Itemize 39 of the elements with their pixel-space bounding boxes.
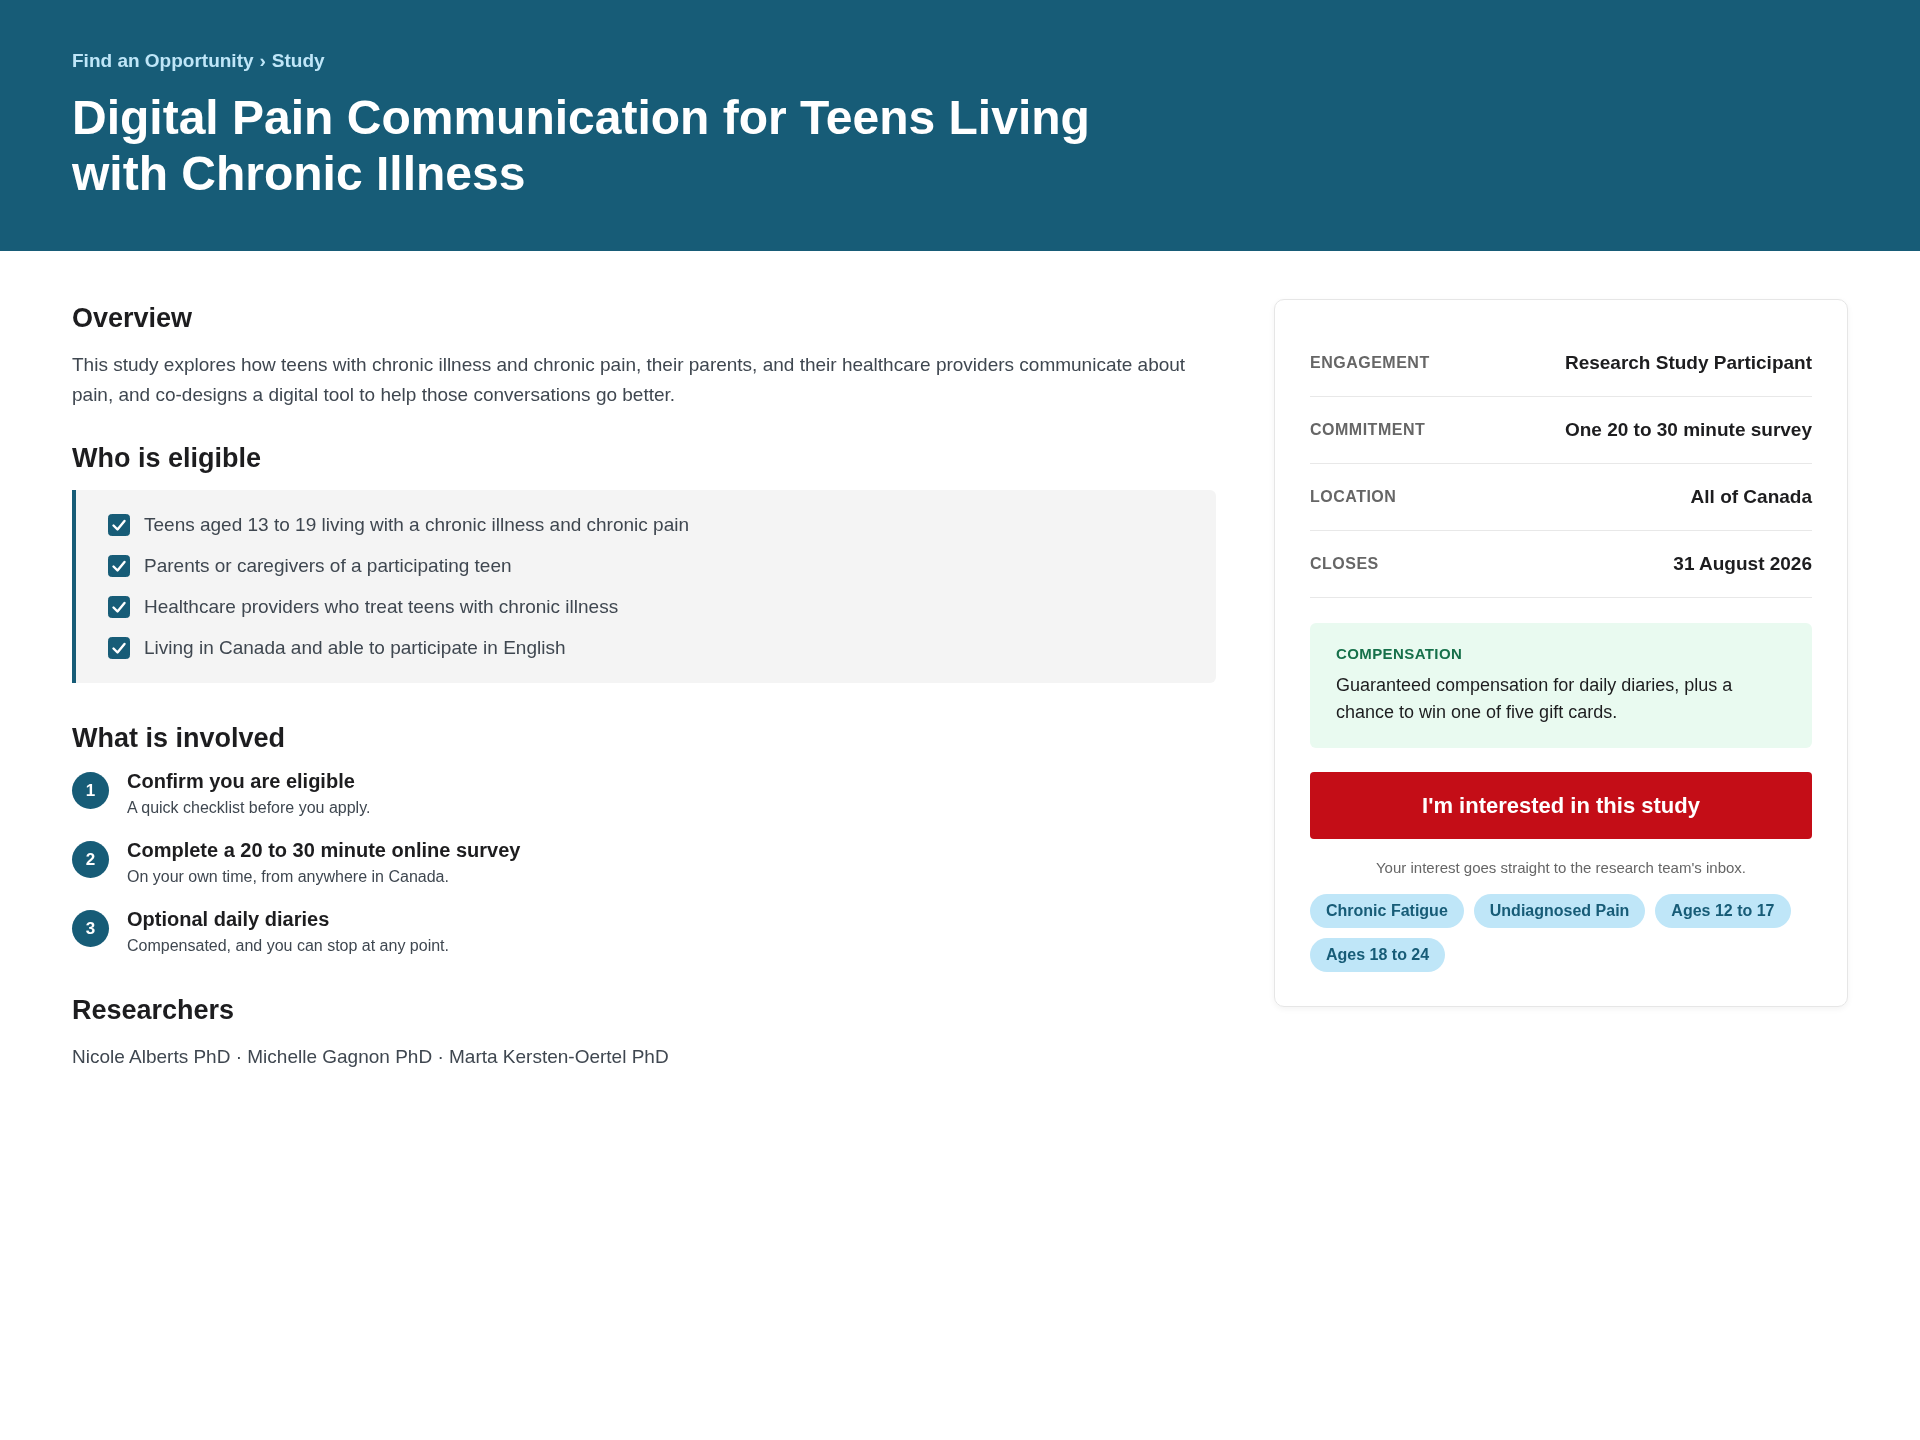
eligibility-item: Healthcare providers who treat teens with chronic illness [144, 596, 619, 619]
section-heading: What is involved [72, 723, 287, 755]
step-number: 1 [72, 772, 109, 810]
topic-tag: Chronic Fatigue [1310, 894, 1464, 929]
step-description: A quick checklist before you apply. [127, 799, 371, 818]
section-heading: Who is eligible [72, 443, 262, 475]
eligibility-item: Teens aged 13 to 19 living with a chronic illness and chronic pain [144, 514, 689, 537]
topic-tag: Ages 12 to 17 [1655, 894, 1791, 929]
interest-button[interactable]: I'm interested in this study [1310, 772, 1812, 840]
topic-tag: Undiagnosed Pain [1473, 894, 1646, 929]
eligibility-item: Living in Canada and able to participate in English [144, 637, 566, 660]
step-title: Complete a 20 to 30 minute online survey [127, 839, 521, 863]
overview-text: This study explores how teens with chronic illness and chronic pain, their parents, and their healthcare providers communicate about pain, and co-designs a digital tool to help those conversations go better. [72, 353, 1187, 407]
section-heading: Overview [72, 303, 194, 335]
section-heading: Researchers [72, 995, 236, 1027]
detail-label: ENGAGEMENT [1310, 354, 1430, 373]
page-title: Digital Pain Communication for Teens Living with Chronic Illness [72, 90, 1091, 202]
step-description: On your own time, from anywhere in Canada. [127, 868, 450, 887]
detail-value: 31 August 2026 [1673, 553, 1812, 576]
detail-value: All of Canada [1690, 486, 1812, 509]
detail-label: COMMITMENT [1310, 421, 1426, 440]
step-number: 3 [72, 910, 109, 948]
detail-label: LOCATION [1310, 488, 1397, 507]
topic-tag: Ages 18 to 24 [1310, 938, 1446, 973]
breadcrumb-link[interactable]: Find an Opportunity [72, 50, 254, 72]
step-title: Confirm you are eligible [127, 770, 356, 794]
step-title: Optional daily diaries [127, 908, 331, 932]
detail-value: One 20 to 30 minute survey [1564, 419, 1812, 442]
breadcrumb-link[interactable]: Study [271, 50, 325, 72]
researchers-list: Nicole Alberts PhD · Michelle Gagnon PhD · Marta Kersten-Oertel PhD [72, 1042, 1216, 1072]
detail-label: CLOSES [1310, 555, 1379, 574]
eligibility-item: Parents or caregivers of a participating teen [144, 555, 512, 578]
detail-value: Research Study Participant [1564, 352, 1812, 375]
compensation-text: Guaranteed compensation for daily diaries, plus a chance to win one of five gift cards. [1336, 674, 1734, 725]
interest-note: Your interest goes straight to the research team's inbox. [1375, 859, 1747, 877]
step-description: Compensated, and you can stop at any point. [127, 937, 449, 956]
compensation-label: COMPENSATION [1336, 645, 1464, 663]
breadcrumb-separator: › [259, 50, 266, 72]
step-number: 2 [72, 841, 109, 879]
